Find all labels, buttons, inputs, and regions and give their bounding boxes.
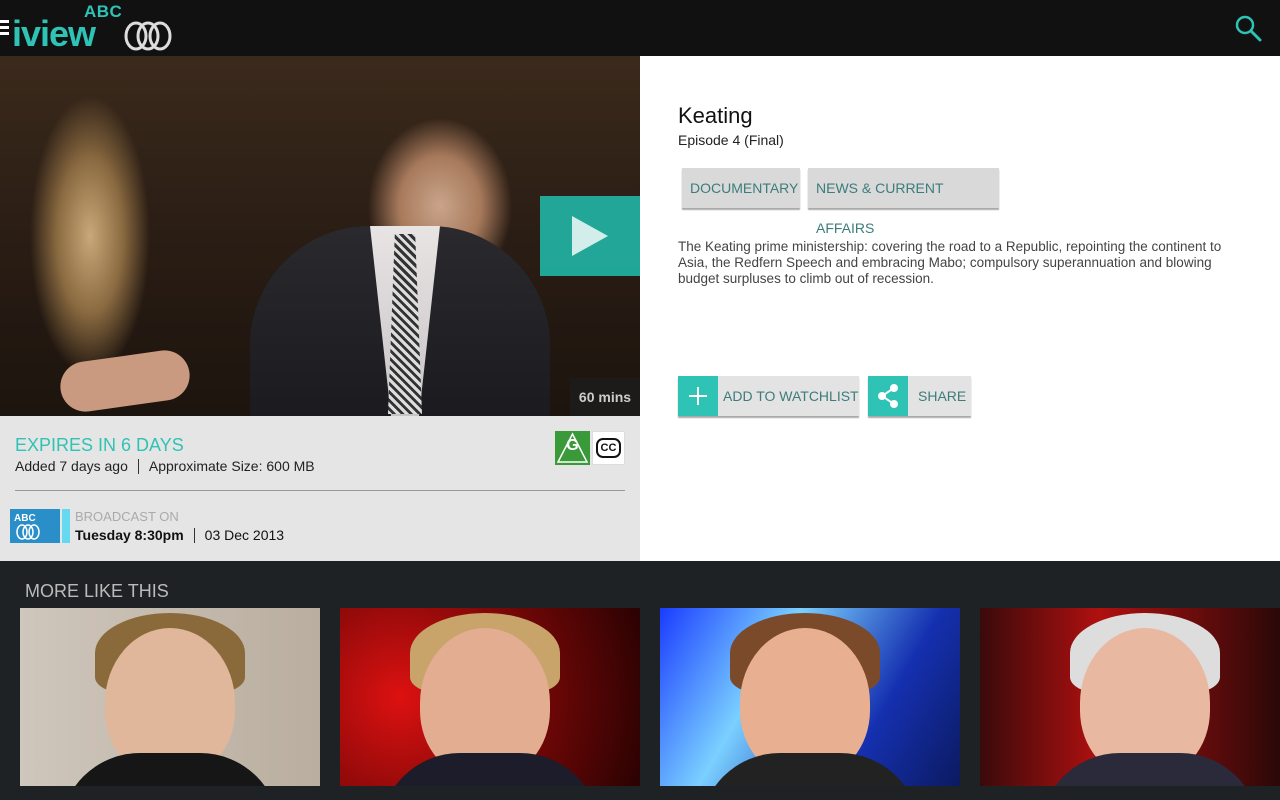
program-detail-panel: Keating Episode 4 (Final) DOCUMENTARY NE…	[640, 56, 1280, 561]
more-like-this-section: MORE LIKE THIS	[0, 561, 1280, 800]
separator	[137, 458, 139, 474]
abc-lissajous-icon	[124, 21, 172, 51]
episode-title: Episode 4 (Final)	[678, 132, 784, 148]
top-bar: ABC iview	[0, 0, 1280, 56]
related-program-thumbnail[interactable]	[660, 608, 960, 786]
broadcast-time: Tuesday 8:30pm	[75, 527, 184, 543]
divider	[15, 490, 625, 491]
thumb-body	[1040, 753, 1260, 786]
watchlist-label: ADD TO WATCHLIST	[723, 388, 859, 404]
duration-badge: 60 mins	[570, 378, 640, 416]
add-to-watchlist-button[interactable]: ADD TO WATCHLIST	[678, 376, 859, 416]
added-text: Added 7 days ago	[15, 458, 128, 474]
cc-text: CC	[596, 438, 621, 458]
program-title: Keating	[678, 103, 753, 128]
episode-info-panel: EXPIRES IN 6 DAYS Added 7 days ago Appro…	[0, 416, 640, 561]
broadcast-line: Tuesday 8:30pm 03 Dec 2013	[75, 527, 284, 543]
related-program-thumbnail[interactable]	[340, 608, 640, 786]
plus-icon	[678, 376, 718, 416]
thumb-body	[60, 753, 280, 786]
share-button[interactable]: SHARE	[868, 376, 971, 416]
channel-logo-text: ABC	[14, 513, 36, 524]
share-icon	[868, 376, 908, 416]
tag-news-current-affairs[interactable]: NEWS & CURRENT AFFAIRS	[808, 168, 999, 236]
thumb-body	[700, 753, 920, 786]
closed-captions-icon: CC	[592, 431, 625, 465]
related-program-thumbnail[interactable]	[20, 608, 320, 786]
related-program-thumbnail[interactable]	[980, 608, 1280, 786]
separator	[193, 527, 195, 543]
tag-documentary[interactable]: DOCUMENTARY	[682, 168, 800, 208]
meta-line: Added 7 days ago Approximate Size: 600 M…	[15, 458, 315, 474]
play-button[interactable]	[540, 196, 640, 276]
share-label: SHARE	[918, 388, 967, 404]
abc1-channel-logo: ABC	[10, 509, 70, 543]
rating-g-badge: G	[555, 431, 590, 465]
program-description: The Keating prime ministership: covering…	[678, 239, 1222, 286]
more-like-this-heading: MORE LIKE THIS	[25, 581, 169, 601]
episode-thumbnail[interactable]: 60 mins	[0, 56, 640, 416]
logo-iview-text: iview	[12, 13, 96, 54]
expiry-text: EXPIRES IN 6 DAYS	[15, 435, 184, 455]
menu-icon[interactable]	[0, 20, 9, 36]
thumb-body	[380, 753, 600, 786]
broadcast-label: BROADCAST ON	[75, 509, 179, 524]
image-figure-hand	[57, 347, 193, 415]
broadcast-date: 03 Dec 2013	[204, 527, 285, 543]
iview-logo[interactable]: ABC iview	[12, 2, 177, 54]
rating-letter: G	[566, 437, 579, 454]
search-icon[interactable]	[1234, 14, 1262, 42]
play-icon	[572, 216, 608, 256]
size-text: Approximate Size: 600 MB	[148, 458, 315, 474]
